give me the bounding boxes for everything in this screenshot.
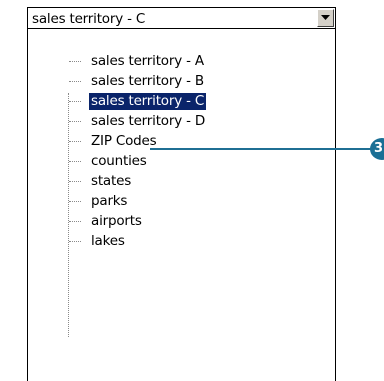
- combo-selected-value: sales territory - C: [32, 11, 146, 27]
- list-item-label: sales territory - B: [91, 73, 204, 89]
- callout-number-badge: 3: [370, 138, 384, 160]
- list-item-label: airports: [91, 213, 142, 229]
- tree-branch: [69, 101, 81, 102]
- list-item-label: ZIP Codes: [91, 133, 157, 149]
- tree-branch: [69, 81, 81, 82]
- list-item-label: states: [91, 173, 132, 189]
- chevron-down-icon: [321, 15, 330, 20]
- tree-branch: [69, 141, 81, 142]
- tree-branch: [69, 121, 81, 122]
- dropdown-button[interactable]: [317, 9, 334, 27]
- tree-branch: [69, 161, 81, 162]
- list-item-label: sales territory - C: [87, 92, 208, 111]
- tree-branch: [69, 241, 81, 242]
- list-item-label: parks: [91, 193, 128, 209]
- tree-branch: [69, 61, 81, 62]
- screenshot-stage: sales territory - C sales territory - A …: [0, 0, 384, 381]
- callout-leader-line: [150, 148, 372, 150]
- list-item-label: sales territory - A: [91, 53, 204, 69]
- tree-branch: [69, 221, 81, 222]
- tree-branch: [69, 181, 81, 182]
- tree-connector-line: [68, 93, 69, 337]
- layer-combo-box[interactable]: sales territory - C: [27, 7, 336, 29]
- tree-branch: [69, 201, 81, 202]
- list-item-label: sales territory - D: [91, 113, 206, 129]
- list-item-label: lakes: [91, 233, 125, 249]
- list-item-label: counties: [91, 153, 147, 169]
- layer-dropdown-list[interactable]: sales territory - A sales territory - B …: [27, 29, 336, 381]
